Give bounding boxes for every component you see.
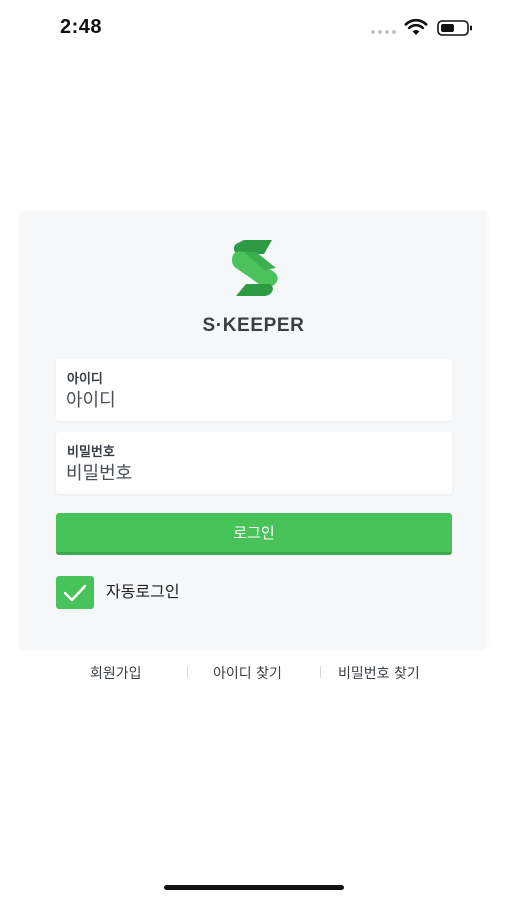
auto-login-row[interactable]: 자동로그인 bbox=[56, 576, 180, 609]
signup-link[interactable]: 회원가입 bbox=[90, 663, 142, 683]
checkmark-icon bbox=[63, 584, 87, 601]
password-input[interactable] bbox=[66, 460, 436, 486]
login-card: S·KEEPER 아이디 비밀번호 로그인 자동로그인 bbox=[20, 211, 487, 648]
auto-login-checkbox[interactable] bbox=[56, 576, 94, 609]
wifi-icon bbox=[404, 18, 428, 35]
password-field[interactable]: 비밀번호 bbox=[56, 432, 452, 494]
id-field[interactable]: 아이디 bbox=[56, 359, 452, 421]
s-logo-icon bbox=[232, 240, 278, 296]
find-password-link[interactable]: 비밀번호 찾기 bbox=[338, 663, 420, 683]
id-field-label: 아이디 bbox=[67, 372, 103, 387]
footer-divider bbox=[320, 666, 321, 678]
brand-name: S·KEEPER bbox=[202, 315, 305, 336]
login-screen: 2:48 S·KEEPER 아이디 비밀번호 bbox=[0, 0, 507, 900]
login-button[interactable]: 로그인 bbox=[56, 513, 452, 555]
auto-login-label: 자동로그인 bbox=[106, 581, 180, 601]
status-bar: 2:48 bbox=[0, 0, 507, 58]
password-field-label: 비밀번호 bbox=[67, 445, 115, 460]
find-id-link[interactable]: 아이디 찾기 bbox=[213, 663, 282, 683]
footer-links: 회원가입 아이디 찾기 비밀번호 찾기 bbox=[0, 660, 507, 684]
home-indicator[interactable] bbox=[164, 885, 344, 890]
id-input[interactable] bbox=[66, 387, 436, 413]
status-time: 2:48 bbox=[60, 16, 103, 38]
battery-icon bbox=[437, 20, 472, 36]
signal-dots-icon bbox=[371, 30, 396, 34]
footer-divider bbox=[187, 666, 188, 678]
